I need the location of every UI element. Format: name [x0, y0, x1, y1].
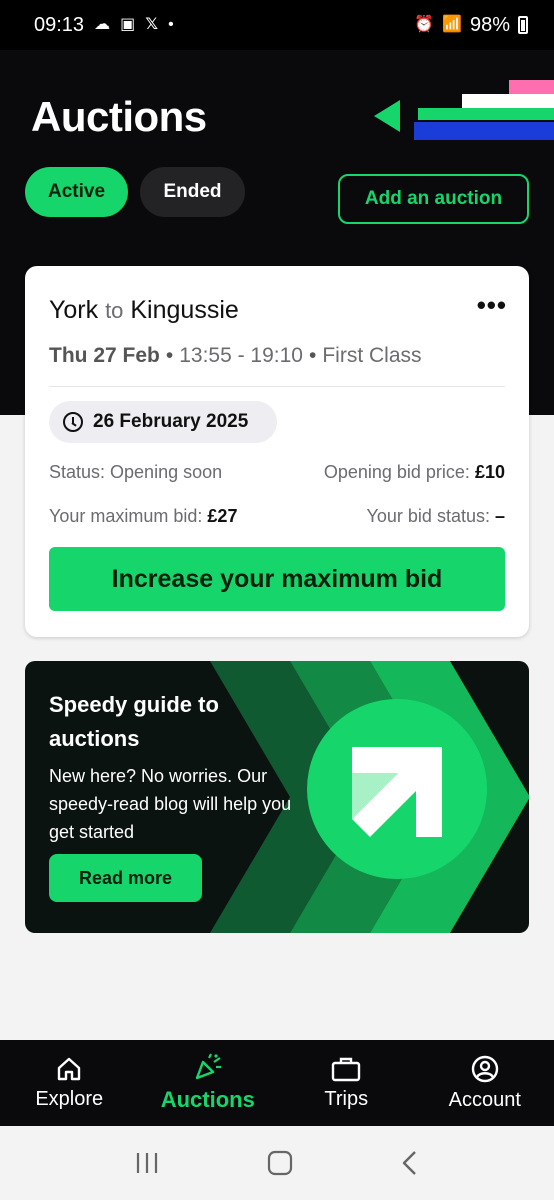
- clock-icon: [63, 412, 83, 432]
- system-nav-bar: [0, 1126, 554, 1200]
- nav-explore[interactable]: Explore: [0, 1040, 139, 1126]
- guide-title: Speedy guide to auctions: [49, 692, 219, 751]
- wifi-icon: 📶: [442, 16, 462, 33]
- nav-label: Trips: [324, 1087, 369, 1110]
- nav-label: Explore: [35, 1087, 104, 1110]
- account-icon: [471, 1055, 498, 1082]
- recent-apps-icon[interactable]: [134, 1151, 160, 1175]
- auction-date-badge: 26 February 2025: [49, 401, 277, 443]
- tab-active[interactable]: Active: [25, 167, 128, 217]
- bid-status-label: Your bid status:: [366, 506, 490, 526]
- briefcase-icon: [332, 1057, 361, 1081]
- opening-bid: Opening bid price: £10: [324, 462, 505, 483]
- bid-status-value: –: [494, 506, 505, 526]
- home-button-icon[interactable]: [267, 1150, 293, 1176]
- increase-max-bid-button[interactable]: Increase your maximum bid: [49, 547, 505, 611]
- max-bid: Your maximum bid: £27: [49, 506, 237, 527]
- party-popper-icon: [195, 1053, 221, 1080]
- read-more-button[interactable]: Read more: [49, 854, 202, 902]
- guide-promo-card[interactable]: Speedy guide to auctions New here? No wo…: [25, 661, 529, 933]
- page-title: Auctions: [31, 93, 207, 140]
- tab-ended[interactable]: Ended: [140, 167, 245, 217]
- origin-station: York: [49, 296, 99, 324]
- filter-row: Active Ended Add an auction: [25, 167, 529, 225]
- home-icon: [58, 1057, 81, 1080]
- nav-account[interactable]: Account: [416, 1040, 554, 1126]
- nav-auctions[interactable]: Auctions: [139, 1040, 278, 1126]
- nav-label: Account: [448, 1088, 521, 1111]
- journey-times: 13:55 - 19:10: [179, 344, 303, 367]
- bottom-nav: Explore Auctions Trips Account: [0, 1040, 554, 1126]
- journey-date: Thu 27 Feb: [49, 344, 160, 367]
- clock-time: 09:13: [34, 13, 85, 36]
- guide-body: New here? No worries. Our speedy-read bl…: [49, 766, 292, 842]
- route-title: York to Kingussie: [49, 296, 239, 325]
- status-text: Status: Opening soon: [49, 462, 223, 482]
- divider: [49, 386, 505, 387]
- opening-bid-label: Opening bid price:: [323, 462, 470, 482]
- cloud-icon: ☁: [94, 16, 111, 33]
- journey-details: Thu 27 Feb • 13:55 - 19:10 • First Class: [49, 344, 422, 367]
- journey-class: First Class: [322, 344, 422, 367]
- brand-arrow-graphic: [374, 80, 554, 140]
- max-bid-label: Your maximum bid:: [49, 506, 203, 526]
- route-connector: to: [105, 298, 124, 323]
- more-notifications-icon: •: [168, 16, 174, 33]
- nav-trips[interactable]: Trips: [277, 1040, 416, 1126]
- battery-icon: [518, 16, 528, 34]
- destination-station: Kingussie: [130, 296, 239, 324]
- opening-bid-value: £10: [474, 462, 505, 482]
- max-bid-value: £27: [207, 506, 238, 526]
- x-app-icon: 𝕏: [145, 16, 159, 33]
- status-row: Status: Opening soon Opening bid price: …: [49, 462, 505, 483]
- bid-status: Your bid status: –: [367, 506, 505, 527]
- notification-icon: ▣: [120, 16, 136, 33]
- status-bar: 09:13 ☁ ▣ 𝕏 • ⏰ 📶 98%: [0, 0, 554, 50]
- more-options-icon[interactable]: •••: [477, 292, 507, 318]
- back-icon[interactable]: [400, 1150, 420, 1176]
- alarm-icon: ⏰: [414, 16, 435, 33]
- nav-label: Auctions: [160, 1087, 255, 1112]
- battery-percent: 98%: [469, 13, 510, 36]
- add-auction-button[interactable]: Add an auction: [338, 174, 529, 224]
- auction-date: 26 February 2025: [93, 411, 249, 432]
- auction-card: York to Kingussie ••• Thu 27 Feb • 13:55 -…: [25, 266, 529, 637]
- bid-row: Your maximum bid: £27 Your bid status: –: [49, 506, 505, 527]
